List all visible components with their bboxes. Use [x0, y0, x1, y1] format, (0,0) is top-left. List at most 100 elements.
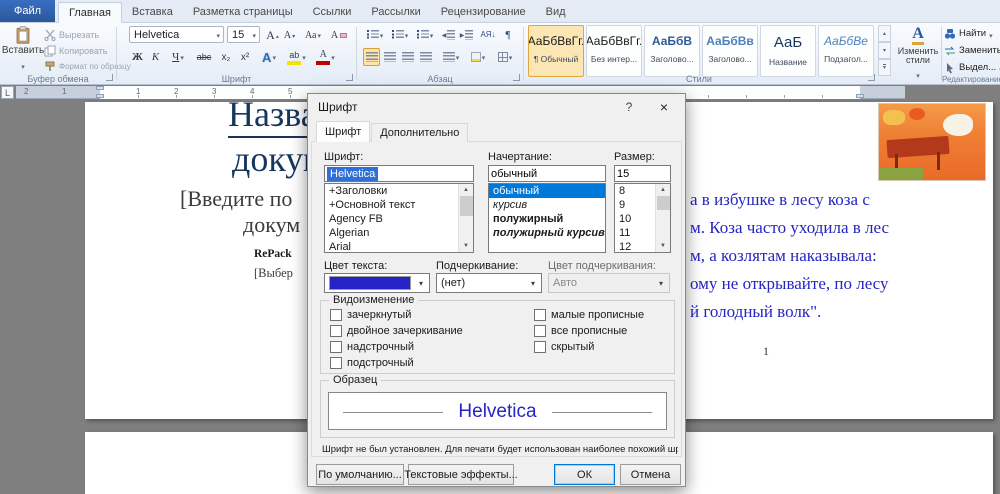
- font-style-item[interactable]: полужирный: [489, 212, 605, 226]
- scroll-down-icon[interactable]: [660, 240, 666, 252]
- font-style-item[interactable]: полужирный курсив: [489, 226, 605, 240]
- line-spacing-button[interactable]: [439, 48, 463, 66]
- font-style-item[interactable]: обычный: [489, 184, 605, 198]
- indent-marker-hanging[interactable]: [96, 94, 104, 98]
- style-card-normal[interactable]: АаБбВвГг. ¶ Обычный: [528, 25, 584, 77]
- styles-gallery-expand-button[interactable]: ▾: [878, 59, 891, 76]
- styles-scroll-up-button[interactable]: ▴: [878, 25, 891, 42]
- font-list[interactable]: +Заголовки +Основной текст Agency FB Alg…: [324, 183, 474, 253]
- text-effects-dialog-button[interactable]: Текстовые эффекты...: [408, 464, 514, 485]
- font-size-combobox[interactable]: 15: [227, 26, 260, 43]
- tab-review[interactable]: Рецензирование: [431, 1, 536, 22]
- font-style-list[interactable]: обычный курсив полужирный полужирный кур…: [488, 183, 606, 253]
- font-list-scrollbar[interactable]: [458, 184, 473, 252]
- font-list-item[interactable]: Agency FB: [325, 212, 473, 226]
- show-marks-button[interactable]: ¶: [500, 26, 516, 44]
- align-right-button[interactable]: [399, 48, 416, 66]
- scroll-up-icon[interactable]: [660, 184, 666, 196]
- font-color-button[interactable]: А: [312, 48, 339, 66]
- style-card-heading1[interactable]: АаБбВ Заголово...: [644, 25, 700, 77]
- dialog-tab-advanced[interactable]: Дополнительно: [371, 123, 468, 142]
- scroll-down-icon[interactable]: [463, 240, 469, 252]
- checkbox-hidden[interactable]: скрытый: [534, 341, 594, 353]
- font-style-input[interactable]: обычный: [488, 165, 606, 182]
- font-list-item[interactable]: Arial: [325, 240, 473, 253]
- highlight-color-button[interactable]: ab: [283, 48, 310, 66]
- superscript-button[interactable]: x²: [236, 48, 254, 66]
- change-styles-button[interactable]: А Изменить стили: [896, 25, 940, 77]
- font-list-item[interactable]: Algerian: [325, 226, 473, 240]
- dialog-titlebar[interactable]: Шрифт ? ×: [308, 94, 685, 120]
- font-name-combobox[interactable]: Helvetica: [129, 26, 224, 43]
- replace-button[interactable]: Заменить: [944, 43, 1000, 58]
- tab-references[interactable]: Ссылки: [303, 1, 362, 22]
- font-size-input[interactable]: 15: [614, 165, 671, 182]
- style-card-heading2[interactable]: АаБбВв Заголово...: [702, 25, 758, 77]
- tab-insert[interactable]: Вставка: [122, 1, 183, 22]
- clipboard-dialog-launcher-icon[interactable]: [106, 74, 113, 81]
- checkbox-double-strikethrough[interactable]: двойное зачеркивание: [330, 325, 463, 337]
- clear-formatting-button[interactable]: А: [328, 26, 350, 44]
- styles-dialog-launcher-icon[interactable]: [868, 74, 875, 81]
- copy-button[interactable]: Копировать: [44, 43, 107, 58]
- font-style-item[interactable]: курсив: [489, 198, 605, 212]
- checkbox-subscript[interactable]: подстрочный: [330, 357, 414, 369]
- styles-scroll-down-button[interactable]: ▾: [878, 42, 891, 59]
- scroll-thumb[interactable]: [460, 196, 473, 216]
- align-center-button[interactable]: [381, 48, 398, 66]
- tab-file[interactable]: Файл: [0, 0, 55, 22]
- style-card-no-spacing[interactable]: АаБбВвГг. Без интер...: [586, 25, 642, 77]
- checkbox-superscript[interactable]: надстрочный: [330, 341, 414, 353]
- strikethrough-button[interactable]: abc: [193, 48, 215, 66]
- set-default-button[interactable]: По умолчанию...: [316, 464, 404, 485]
- italic-button[interactable]: К: [147, 48, 164, 66]
- tab-home[interactable]: Главная: [58, 2, 122, 23]
- dialog-tab-font[interactable]: Шрифт: [316, 121, 370, 142]
- checkbox-strikethrough[interactable]: зачеркнутый: [330, 309, 411, 321]
- font-dialog-launcher-icon[interactable]: [346, 74, 353, 81]
- scroll-thumb[interactable]: [657, 196, 670, 210]
- help-button[interactable]: ?: [615, 96, 643, 117]
- underline-style-combo[interactable]: (нет): [436, 273, 542, 293]
- font-size-list[interactable]: 8 9 10 11 12: [614, 183, 671, 253]
- increase-indent-button[interactable]: ▶: [458, 26, 475, 44]
- checkbox-small-caps[interactable]: малые прописные: [534, 309, 644, 321]
- font-name-input[interactable]: Helvetica: [324, 165, 474, 182]
- sort-button[interactable]: АЯ↓: [478, 26, 498, 44]
- tab-mailings[interactable]: Рассылки: [361, 1, 430, 22]
- tab-page-layout[interactable]: Разметка страницы: [183, 1, 303, 22]
- grow-font-button[interactable]: А: [264, 26, 281, 44]
- decrease-indent-button[interactable]: ◀: [440, 26, 457, 44]
- font-size-scrollbar[interactable]: [655, 184, 670, 252]
- change-case-button[interactable]: Аа: [300, 26, 326, 44]
- select-button[interactable]: Выдел...: [944, 60, 1000, 75]
- align-left-button[interactable]: [363, 48, 380, 66]
- find-button[interactable]: Найти: [944, 26, 993, 41]
- cancel-button[interactable]: Отмена: [620, 464, 681, 485]
- tab-view[interactable]: Вид: [536, 1, 576, 22]
- indent-marker-first-line[interactable]: [96, 86, 104, 90]
- style-card-title[interactable]: АаБ Название: [760, 25, 816, 77]
- shrink-font-button[interactable]: А: [281, 26, 298, 44]
- borders-button[interactable]: [493, 48, 517, 66]
- tab-stop-selector[interactable]: L: [1, 86, 14, 99]
- text-effects-button[interactable]: А: [257, 48, 281, 66]
- style-card-subtitle[interactable]: АаБбВе Подзагол...: [818, 25, 874, 77]
- paste-button[interactable]: Вставить: [4, 25, 42, 75]
- text-color-combo[interactable]: [324, 273, 430, 293]
- bold-button[interactable]: Ж: [129, 48, 146, 66]
- bullets-button[interactable]: [363, 26, 387, 44]
- shading-button[interactable]: [466, 48, 490, 66]
- ok-button[interactable]: ОК: [554, 464, 615, 485]
- checkbox-all-caps[interactable]: все прописные: [534, 325, 627, 337]
- multilevel-list-button[interactable]: [413, 26, 437, 44]
- subscript-button[interactable]: x₂: [217, 48, 235, 66]
- cut-button[interactable]: Вырезать: [44, 27, 99, 42]
- paragraph-dialog-launcher-icon[interactable]: [513, 74, 520, 81]
- scroll-up-icon[interactable]: [463, 184, 469, 196]
- close-button[interactable]: ×: [649, 96, 679, 117]
- underline-button[interactable]: Ч: [165, 48, 191, 66]
- font-list-item[interactable]: +Заголовки: [325, 184, 473, 198]
- indent-marker-right[interactable]: [856, 94, 864, 98]
- justify-button[interactable]: [417, 48, 434, 66]
